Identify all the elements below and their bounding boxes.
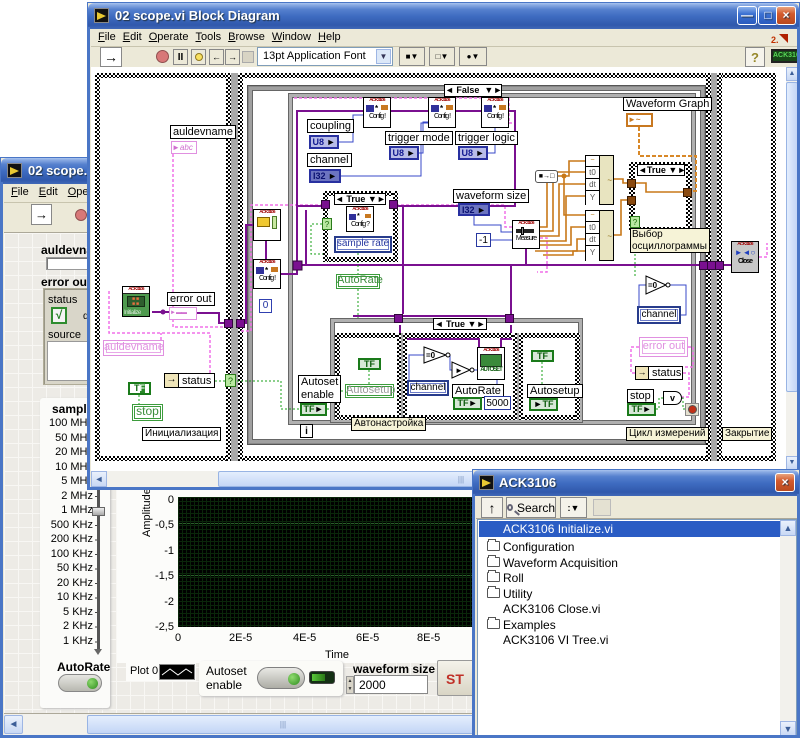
- svg-text:=0: =0: [648, 281, 658, 290]
